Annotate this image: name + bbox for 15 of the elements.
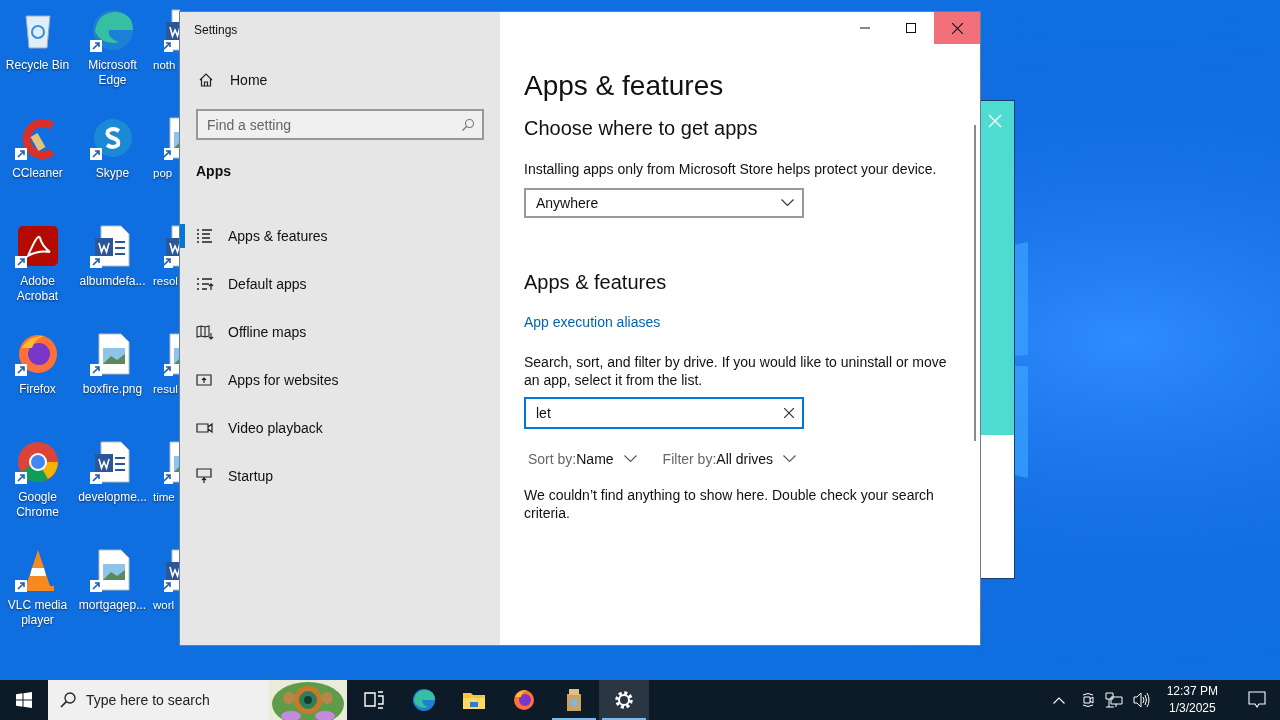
chevron-up-icon (1052, 696, 1065, 704)
windows-logo-icon (16, 692, 32, 708)
search-icon (60, 692, 76, 708)
settings-icon (612, 688, 636, 712)
network-icon[interactable] (1104, 692, 1123, 708)
fox-globe-icon (512, 688, 536, 712)
search-input[interactable]: Type here to search (86, 692, 246, 708)
task-view-icon (362, 688, 386, 712)
camera-icon[interactable] (1080, 692, 1095, 708)
swirl-globe-icon (412, 688, 436, 712)
speech-bubble-icon (1248, 691, 1266, 709)
taskbar-button[interactable] (599, 680, 649, 720)
speaker-icon[interactable] (1132, 692, 1151, 708)
clock[interactable]: 12:37 PM 1/3/2025 (1160, 683, 1224, 717)
search-box[interactable]: Type here to search (48, 680, 347, 720)
